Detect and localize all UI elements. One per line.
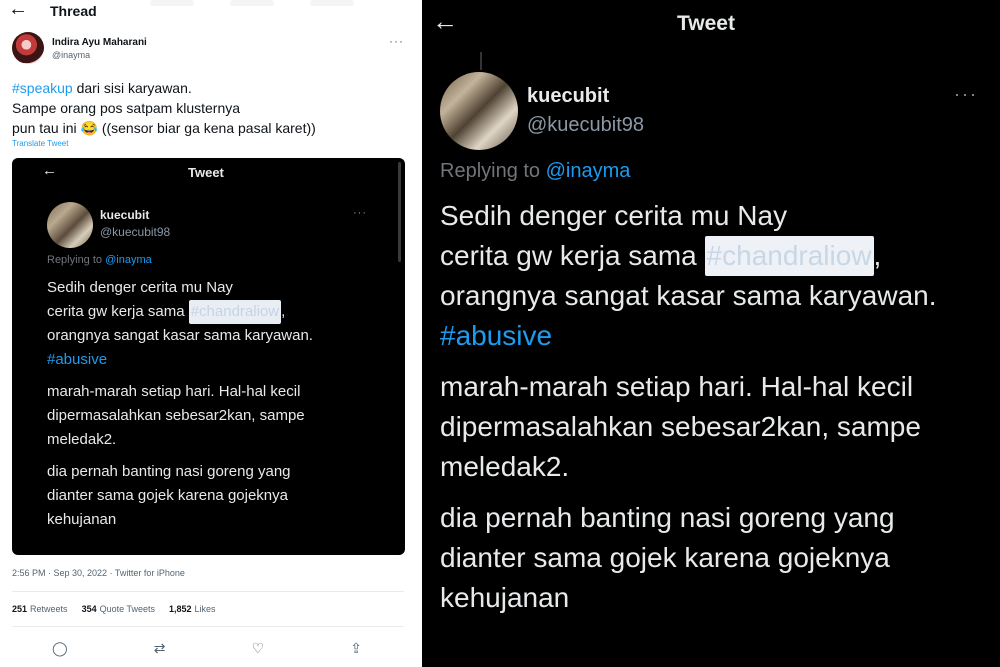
body-line: cerita gw kerja sama	[440, 240, 705, 271]
censored-hashtag: #chandraliow	[188, 300, 282, 324]
avatar[interactable]	[12, 32, 44, 64]
tweet-text-line: Sampe orang pos satpam klusternya	[12, 100, 241, 116]
tweet-stats: 251 Retweets 354 Quote Tweets 1,852 Likes	[12, 604, 216, 614]
body-line: kehujanan	[440, 582, 570, 613]
body-line: Sedih denger cerita mu Nay	[47, 279, 233, 296]
likes-stat[interactable]: 1,852 Likes	[169, 604, 216, 614]
embedded-header-title: Tweet	[188, 165, 224, 180]
avatar[interactable]	[440, 72, 518, 150]
share-icon[interactable]: ⇪	[350, 640, 362, 657]
replying-to: Replying to @inayma	[440, 160, 630, 183]
tweet-text-line: pun tau ini 😂 ((sensor biar ga kena pasa…	[12, 120, 316, 136]
body-line: ,	[873, 240, 882, 271]
body-line: dianter sama gojek karena gojeknya	[440, 542, 890, 573]
author-handle: @kuecubit98	[100, 225, 171, 239]
scrollbar	[398, 162, 401, 262]
hashtag-link: #abusive	[47, 351, 108, 368]
more-options-icon[interactable]: ···	[389, 34, 404, 48]
body-line: orangnya sangat kasar sama karyawan.	[47, 327, 313, 344]
faded-header-decor	[150, 0, 390, 10]
hashtag-link[interactable]: #speakup	[12, 80, 73, 96]
author-name[interactable]: Indira Ayu Maharani	[52, 37, 147, 48]
page-title: Thread	[50, 3, 97, 19]
zoomed-tweet-panel: ← Tweet kuecubit @kuecubit98 ··· Replyin…	[422, 0, 1000, 667]
like-icon[interactable]: ♡	[252, 640, 265, 657]
author-name: kuecubit	[100, 208, 150, 222]
body-line: meledak2.	[47, 431, 117, 448]
mention-link: @inayma	[105, 254, 152, 266]
tweet-actions: ◯ ⇄ ♡ ⇪	[52, 640, 362, 657]
translate-tweet-link[interactable]: Translate Tweet	[12, 139, 68, 148]
replying-to: Replying to @inayma	[47, 254, 152, 266]
tweet-author: Indira Ayu Maharani @inayma ···	[12, 32, 412, 68]
author-handle[interactable]: @inayma	[52, 50, 90, 60]
body-line: dianter sama gojek karena gojeknya	[47, 487, 288, 504]
body-line: Sedih denger cerita mu Nay	[440, 200, 788, 231]
reply-icon[interactable]: ◯	[52, 640, 68, 657]
page-title: Tweet	[677, 12, 735, 35]
thread-panel: ← Thread Indira Ayu Maharani @inayma ···…	[0, 0, 418, 667]
thread-connector	[480, 52, 482, 70]
divider	[12, 591, 404, 592]
embedded-tweet-body: Sedih denger cerita mu Nay cerita gw ker…	[47, 276, 397, 532]
body-line: ,	[281, 303, 286, 320]
body-line: dipermasalahkan sebesar2kan, sampe	[440, 411, 921, 442]
avatar	[47, 202, 93, 248]
tweet-text: #speakup dari sisi karyawan. Sampe orang…	[12, 78, 407, 138]
retweets-stat[interactable]: 251 Retweets	[12, 604, 68, 614]
divider	[12, 626, 404, 627]
body-line: dia pernah banting nasi goreng yang	[47, 463, 291, 480]
replying-to-label: Replying to	[440, 160, 546, 182]
arrow-left-icon: ←	[42, 162, 57, 179]
mention-link[interactable]: @inayma	[546, 160, 631, 182]
thread-header: ← Thread	[0, 0, 418, 24]
arrow-left-icon[interactable]: ←	[432, 6, 458, 37]
arrow-left-icon[interactable]: ←	[8, 0, 28, 21]
more-options-icon[interactable]: ···	[954, 84, 978, 105]
hashtag-link[interactable]: #abusive	[440, 316, 995, 356]
more-options-icon: ···	[353, 207, 367, 219]
body-line: meledak2.	[440, 451, 570, 482]
replying-to-label: Replying to	[47, 254, 106, 266]
body-line: marah-marah setiap hari. Hal-hal kecil	[47, 383, 301, 400]
body-line: dipermasalahkan sebesar2kan, sampe	[47, 407, 305, 424]
body-line: marah-marah setiap hari. Hal-hal kecil	[440, 371, 914, 402]
retweet-icon[interactable]: ⇄	[154, 640, 166, 657]
tweet-body: Sedih denger cerita mu Nay cerita gw ker…	[440, 196, 995, 618]
body-line: dia pernah banting nasi goreng yang	[440, 502, 895, 533]
tweet-text-line: dari sisi karyawan.	[72, 80, 192, 96]
author-handle[interactable]: @kuecubit98	[527, 114, 644, 137]
body-line: kehujanan	[47, 511, 117, 528]
embedded-tweet-image[interactable]: ← Tweet kuecubit @kuecubit98 ··· Replyin…	[12, 158, 405, 555]
body-line: orangnya sangat kasar sama karyawan.	[440, 280, 937, 311]
censored-hashtag: #chandraliow	[704, 236, 874, 276]
tweet-timestamp[interactable]: 2:56 PM · Sep 30, 2022 · Twitter for iPh…	[12, 568, 185, 578]
quote-tweets-stat[interactable]: 354 Quote Tweets	[82, 604, 155, 614]
author-name[interactable]: kuecubit	[527, 85, 609, 108]
body-line: cerita gw kerja sama	[47, 303, 189, 320]
